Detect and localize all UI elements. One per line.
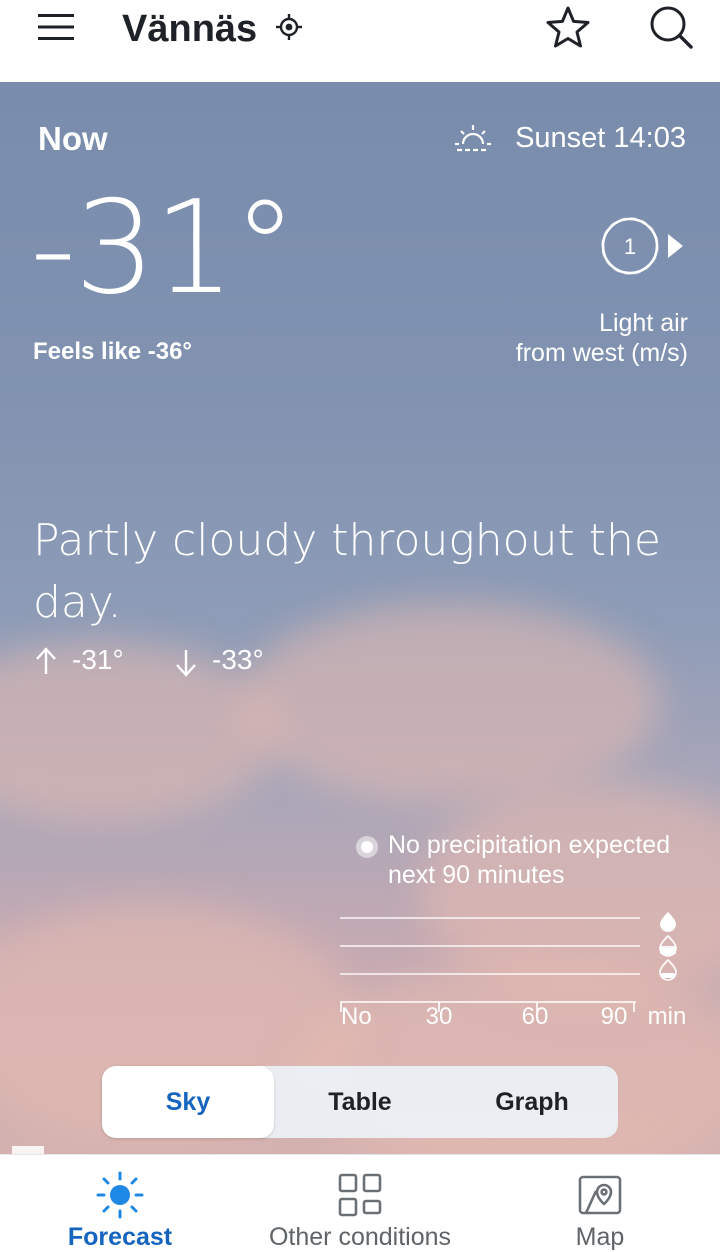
axis-unit-label: min (648, 1003, 687, 1030)
nav-forecast[interactable]: Forecast (30, 1155, 210, 1251)
moderate-rain-drop-icon (659, 934, 677, 957)
precipitation-message: No precipitation expected next 90 minute… (388, 830, 670, 890)
heavy-rain-drop-icon (660, 912, 676, 932)
nav-map[interactable]: Map (520, 1155, 680, 1251)
wind-description: Light air from west (m/s) (516, 308, 688, 368)
daily-summary: Partly cloudy throughout the day. (33, 515, 661, 628)
scroll-indicator (12, 1146, 44, 1154)
top-app-bar: Vännäs (0, 0, 720, 82)
low-temperature: -33° (212, 644, 264, 675)
axis-label-30: 30 (426, 1003, 453, 1030)
high-temperature: -31° (72, 644, 124, 675)
nav-forecast-label: Forecast (67, 1223, 173, 1251)
feels-like: Feels like -36° (33, 338, 193, 365)
nav-other-conditions-label: Other conditions (268, 1223, 452, 1251)
nav-map-label: Map (575, 1223, 625, 1251)
favorite-star-icon[interactable] (545, 5, 591, 49)
sunset-time: Sunset 14:03 (515, 122, 686, 154)
location-target-icon[interactable] (276, 14, 302, 40)
axis-label-90: 90 (601, 1003, 628, 1030)
precipitation-status-icon (356, 836, 378, 858)
now-label: Now (38, 120, 108, 157)
axis-label-60: 60 (522, 1003, 549, 1030)
light-rain-drop-icon (659, 958, 677, 981)
tab-graph[interactable]: Graph (446, 1066, 618, 1138)
bottom-navigation: Forecast Other conditions Map (0, 1154, 720, 1251)
tab-sky[interactable]: Sky (102, 1066, 274, 1138)
axis-label-no: No (341, 1003, 372, 1030)
arrow-down-icon (176, 650, 196, 677)
wind-direction-icon: 1 (601, 217, 683, 275)
sun-icon (96, 1171, 144, 1219)
precipitation-line-2: next 90 minutes (388, 861, 565, 889)
wind-strength: Light air (599, 309, 688, 337)
precipitation-line-1: No precipitation expected (388, 831, 671, 859)
nav-other-conditions[interactable]: Other conditions (240, 1155, 480, 1251)
location-title[interactable]: Vännäs (122, 8, 257, 51)
current-temperature: -31° (30, 174, 297, 323)
wind-direction-text: from west (m/s) (515, 339, 688, 367)
precipitation-chart: No 30 60 90 min (340, 912, 687, 1030)
tab-table[interactable]: Table (274, 1066, 446, 1138)
grid-icon (338, 1173, 382, 1217)
arrow-up-icon (36, 647, 56, 674)
search-icon[interactable] (648, 5, 694, 49)
wind-indicator: 1 (596, 208, 688, 300)
view-switcher: Sky Table Graph (102, 1066, 618, 1138)
sunset-icon (455, 125, 491, 152)
map-icon (578, 1175, 622, 1215)
wind-speed-value: 1 (624, 234, 636, 259)
current-weather-panel: Now Sunset 14:03 -31° Feels like -36° 1 … (0, 82, 720, 1154)
menu-icon[interactable] (36, 12, 76, 42)
